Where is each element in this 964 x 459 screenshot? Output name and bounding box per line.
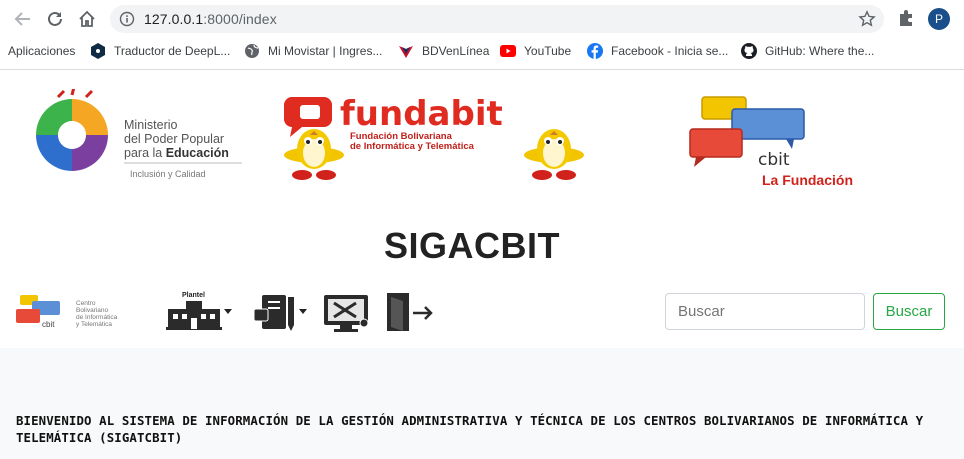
back-button[interactable] xyxy=(10,6,36,32)
welcome-text: BIENVENIDO AL SISTEMA DE INFORMACIÓN DE … xyxy=(16,413,924,445)
fundabit-name: fundabit xyxy=(340,94,503,134)
logout-button[interactable] xyxy=(385,291,435,335)
cbit-tagline: La Fundación xyxy=(762,172,853,188)
deepl-icon xyxy=(90,43,106,59)
technical-support-button[interactable] xyxy=(322,291,372,335)
school-building-icon xyxy=(166,301,222,330)
bookmark-label: YouTube xyxy=(524,44,572,58)
clipboard-pen-icon xyxy=(253,295,294,331)
bookmark-deepl[interactable]: Traductor de DeepL... xyxy=(90,40,230,62)
bookmark-bdv[interactable]: BDVenLínea xyxy=(398,40,489,62)
back-arrow-icon xyxy=(14,12,30,26)
cbit-name: cbit xyxy=(758,150,790,170)
search-input[interactable] xyxy=(665,293,865,330)
bookmark-youtube[interactable]: YouTube xyxy=(500,40,571,62)
fundabit-logo: fundabit Fundación Bolivariana de Inform… xyxy=(284,94,584,180)
welcome-section: BIENVENIDO AL SISTEMA DE INFORMACIÓN DE … xyxy=(0,348,964,459)
globe-icon xyxy=(244,43,260,59)
cbit-logo: cbit La Fundación xyxy=(689,96,853,188)
home-button[interactable] xyxy=(74,6,100,32)
ministerio-tagline: Inclusión y Calidad xyxy=(130,169,206,179)
bookmark-label: BDVenLínea xyxy=(422,44,490,58)
ministerio-line3-prefix: para la xyxy=(124,146,166,160)
page-title: SIGACBIT xyxy=(383,225,560,266)
cbit-small-logo[interactable]: cbit Centro Bolivariano de Informática y… xyxy=(14,293,142,333)
bookmark-movistar[interactable]: Mi Movistar | Ingres... xyxy=(244,40,382,62)
cbit-small-line3: de Informática xyxy=(76,314,118,321)
penguin-mascot-left-icon xyxy=(284,129,344,180)
site-info-icon[interactable] xyxy=(119,11,135,27)
bookmark-aplicaciones[interactable]: Aplicaciones xyxy=(8,40,75,62)
chevron-down-icon xyxy=(224,309,232,314)
bookmark-label: GitHub: Where the... xyxy=(765,44,875,58)
page-content: Ministerio del Poder Popular para la Edu… xyxy=(0,71,964,459)
fundabit-sub2: de Informática y Telemática xyxy=(350,141,475,152)
logout-door-icon xyxy=(387,293,433,331)
ministerio-line3-bold: Educación xyxy=(166,146,229,160)
url-path: :8000/index xyxy=(203,11,277,27)
ministerio-educacion-logo: Ministerio del Poder Popular para la Edu… xyxy=(36,89,242,179)
ministerio-line3: para la Educación xyxy=(124,146,229,160)
browser-chrome: 127.0.0.1:8000/index P Aplicaciones Trad… xyxy=(0,0,964,70)
home-icon xyxy=(79,10,95,27)
extensions-puzzle-icon[interactable] xyxy=(897,8,917,28)
bookmark-label: Traductor de DeepL... xyxy=(114,44,231,58)
bookmark-label: Facebook - Inicia se... xyxy=(611,44,729,58)
bookmark-facebook[interactable]: Facebook - Inicia se... xyxy=(587,40,728,62)
reload-icon xyxy=(48,11,62,26)
bookmark-label: Mi Movistar | Ingres... xyxy=(268,44,383,58)
bdv-icon xyxy=(398,43,414,59)
cbit-small-line2: Bolivariano xyxy=(76,307,109,314)
youtube-icon xyxy=(500,43,516,59)
cbit-small-line4: y Telemática xyxy=(76,321,112,328)
plantel-label: Plantel xyxy=(182,292,205,299)
reload-button[interactable] xyxy=(42,6,68,32)
ministerio-line1: Ministerio xyxy=(124,118,178,132)
bookmark-label: Aplicaciones xyxy=(8,44,76,58)
url-text: 127.0.0.1:8000/index xyxy=(144,11,277,27)
search-button[interactable]: Buscar xyxy=(873,293,945,330)
plantel-dropdown[interactable]: Plantel xyxy=(164,289,234,333)
bookmark-github[interactable]: GitHub: Where the... xyxy=(741,40,874,62)
address-bar[interactable]: 127.0.0.1:8000/index xyxy=(110,5,884,33)
bookmark-star-icon[interactable] xyxy=(858,10,876,28)
github-icon xyxy=(741,43,757,59)
profile-avatar[interactable]: P xyxy=(928,8,950,30)
url-host: 127.0.0.1 xyxy=(144,11,204,27)
facebook-icon xyxy=(587,43,603,59)
header-logos: Ministerio del Poder Popular para la Edu… xyxy=(0,71,964,211)
chevron-down-icon xyxy=(299,309,307,314)
bookmarks-bar: Aplicaciones Traductor de DeepL... Mi Mo… xyxy=(0,40,964,62)
ministerio-line2: del Poder Popular xyxy=(124,132,224,146)
documents-dropdown[interactable] xyxy=(250,291,310,335)
svg-text:cbit: cbit xyxy=(42,320,55,329)
main-toolbar: cbit Centro Bolivariano de Informática y… xyxy=(0,289,964,349)
penguin-mascot-right-icon xyxy=(524,129,584,180)
monitor-tools-icon xyxy=(324,295,369,332)
cbit-small-line1: Centro xyxy=(76,300,96,307)
